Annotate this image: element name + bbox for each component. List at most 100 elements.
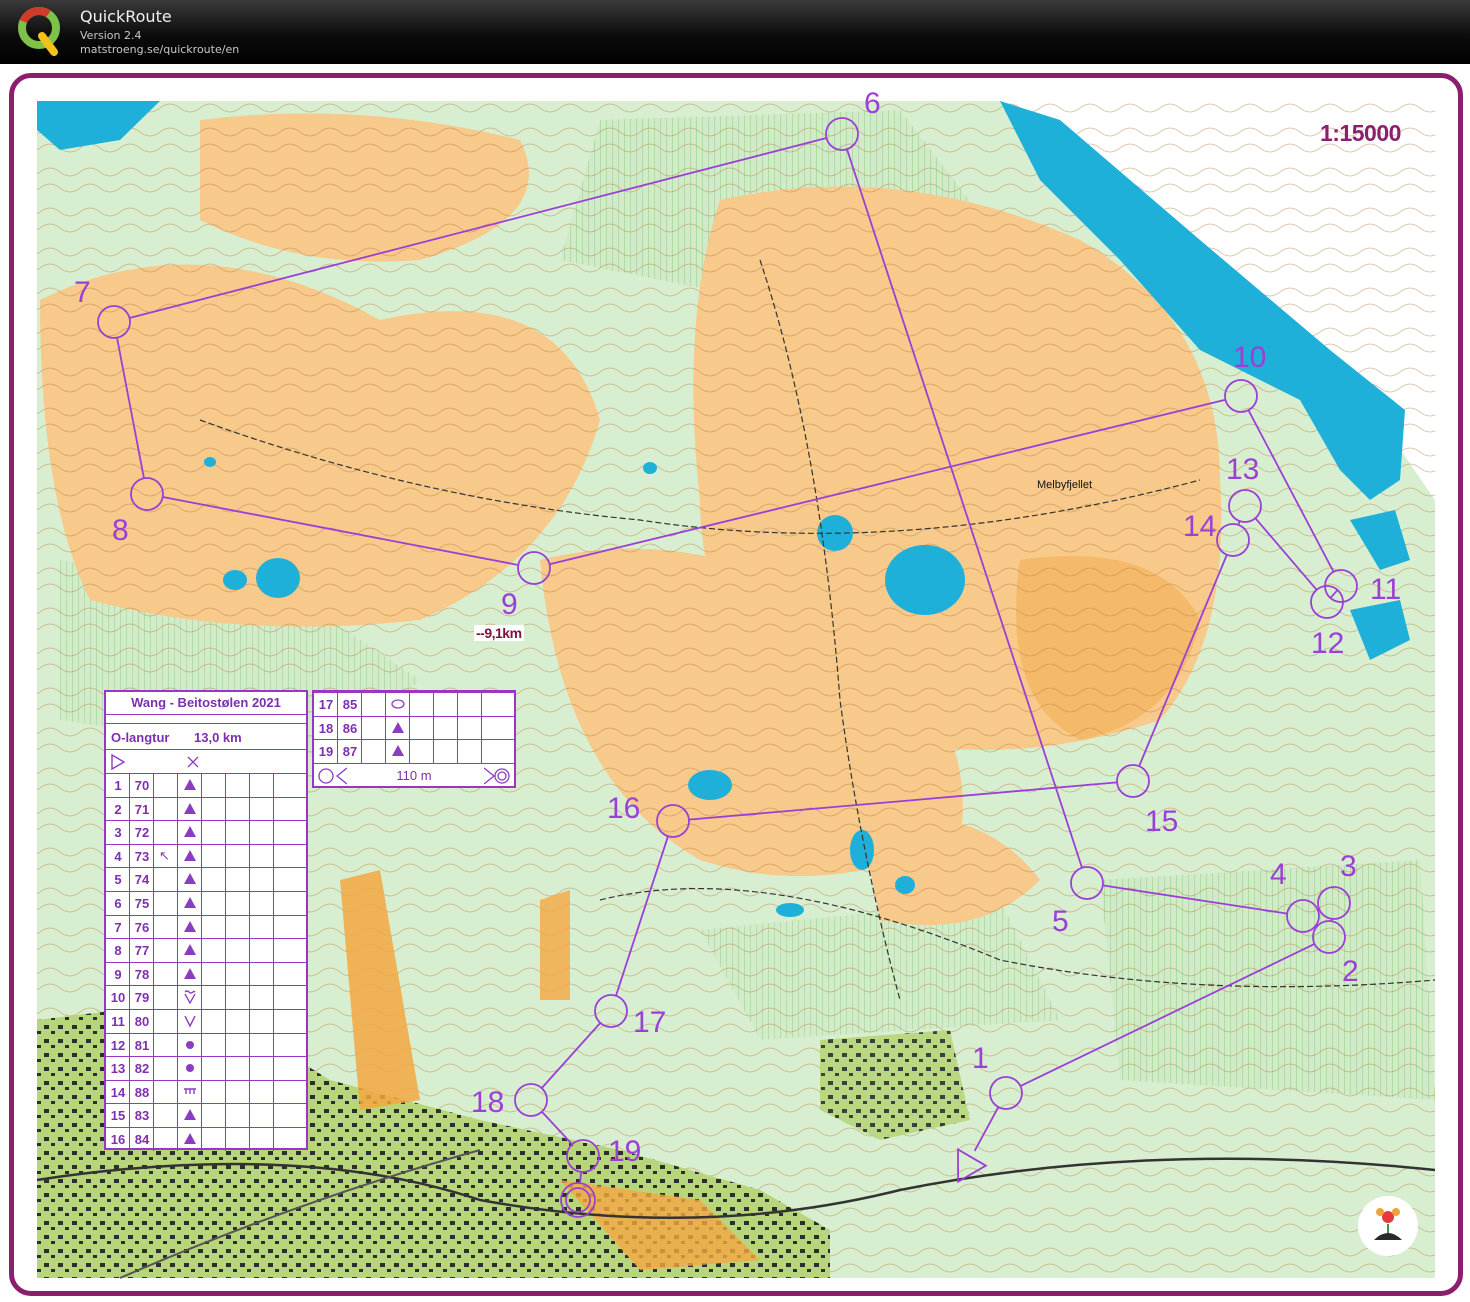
grid-line (153, 821, 154, 844)
header-separator (106, 723, 306, 724)
triangle-icon (183, 1108, 197, 1125)
grid-line (225, 821, 226, 844)
control-row-number: 17 (318, 697, 334, 712)
control-number-18: 18 (471, 1086, 505, 1119)
grid-line (201, 1104, 202, 1127)
control-number-15: 15 (1145, 805, 1179, 838)
control-row-8: 8 77 (106, 938, 306, 962)
grid-line (225, 868, 226, 891)
grid-line (129, 1104, 130, 1127)
grid-line (201, 868, 202, 891)
grid-line (249, 939, 250, 962)
control-row-number: 4 (114, 848, 122, 864)
grid-line (201, 962, 202, 986)
control-code: 72 (134, 825, 150, 841)
grid-line (273, 1080, 274, 1104)
route-distance-label: --9,1km (474, 625, 524, 641)
grid-line (201, 1057, 202, 1080)
triangle-icon (183, 920, 197, 937)
control-number-8: 8 (112, 514, 129, 547)
grid-line (249, 1057, 250, 1080)
grid-line (273, 844, 274, 868)
grid-line (249, 962, 250, 986)
grid-line (273, 821, 274, 844)
triangle-icon (391, 721, 405, 738)
grid-line (177, 821, 178, 844)
grid-line (249, 844, 250, 868)
dot-icon (183, 1061, 197, 1078)
control-row-number: 12 (110, 1037, 126, 1053)
grid-line (481, 693, 482, 716)
grid-line (201, 844, 202, 868)
grid-line (129, 844, 130, 868)
control-row-17: 17 85 (314, 692, 514, 716)
grid-line (273, 892, 274, 915)
control-number-9: 9 (501, 588, 518, 621)
control-code: 77 (134, 943, 150, 959)
grid-line (225, 1057, 226, 1080)
control-number-6: 6 (864, 87, 881, 120)
control-number-2: 2 (1342, 955, 1359, 988)
grid-line (385, 693, 386, 716)
place-name-label: Melbyfjellet (1037, 479, 1093, 491)
grid-line (225, 986, 226, 1009)
grid-line (409, 693, 410, 716)
grid-line (153, 962, 154, 986)
control-row-number: 2 (114, 801, 122, 817)
control-code: 75 (134, 896, 150, 911)
header-separator (106, 714, 306, 715)
grid-line (273, 939, 274, 962)
grid-line (153, 1080, 154, 1104)
finish-distance: 110 m (396, 768, 432, 783)
grid-line (129, 915, 130, 939)
grid-line (273, 1033, 274, 1057)
control-number-17: 17 (633, 1006, 667, 1039)
triangle-icon (183, 896, 197, 913)
grid-line (129, 774, 130, 797)
triangle-icon (183, 1132, 197, 1149)
grid-line (249, 986, 250, 1009)
grid-line (177, 1080, 178, 1104)
control-row-number: 15 (110, 1108, 126, 1124)
control-number-7: 7 (74, 276, 91, 309)
control-row-1: 1 70 (106, 773, 306, 797)
grid-line (433, 693, 434, 716)
grid-line (409, 716, 410, 740)
grid-line (153, 1104, 154, 1127)
control-code: 70 (134, 778, 150, 793)
control-row-16: 16 84 (106, 1127, 306, 1151)
control-code: 73 (134, 848, 150, 864)
grid-line (273, 797, 274, 821)
control-row-number: 6 (114, 896, 122, 911)
grid-line (225, 1080, 226, 1104)
grid-line (153, 868, 154, 891)
grid-line (433, 716, 434, 740)
control-row-number: 14 (110, 1084, 126, 1100)
course-class: O-langtur (111, 730, 170, 745)
flower-logo-icon (1358, 1196, 1418, 1256)
grid-line (201, 1033, 202, 1057)
control-row-2: 2 71 (106, 796, 306, 821)
grid-line (337, 716, 338, 740)
grid-line (361, 716, 362, 740)
grid-line (153, 892, 154, 915)
grid-line (201, 986, 202, 1009)
control-row-number: 8 (114, 943, 122, 959)
control-code: 76 (134, 919, 150, 935)
grid-line (129, 939, 130, 962)
control-code: 87 (342, 744, 358, 760)
control-row-number: 7 (114, 919, 122, 935)
control-description-sheet-continued: 17 85 18 86 19 87 110 m (312, 690, 516, 788)
control-number-12: 12 (1311, 627, 1345, 660)
header-separator (106, 749, 306, 750)
control-row-number: 18 (318, 720, 334, 736)
control-row-start (106, 749, 306, 773)
grid-line (153, 797, 154, 821)
grid-line (225, 1033, 226, 1057)
grid-line (201, 1080, 202, 1104)
grid-line (153, 939, 154, 962)
grid-line (273, 962, 274, 986)
grid-line (153, 774, 154, 797)
control-row-19: 19 87 (314, 739, 514, 763)
grid-line (129, 986, 130, 1009)
